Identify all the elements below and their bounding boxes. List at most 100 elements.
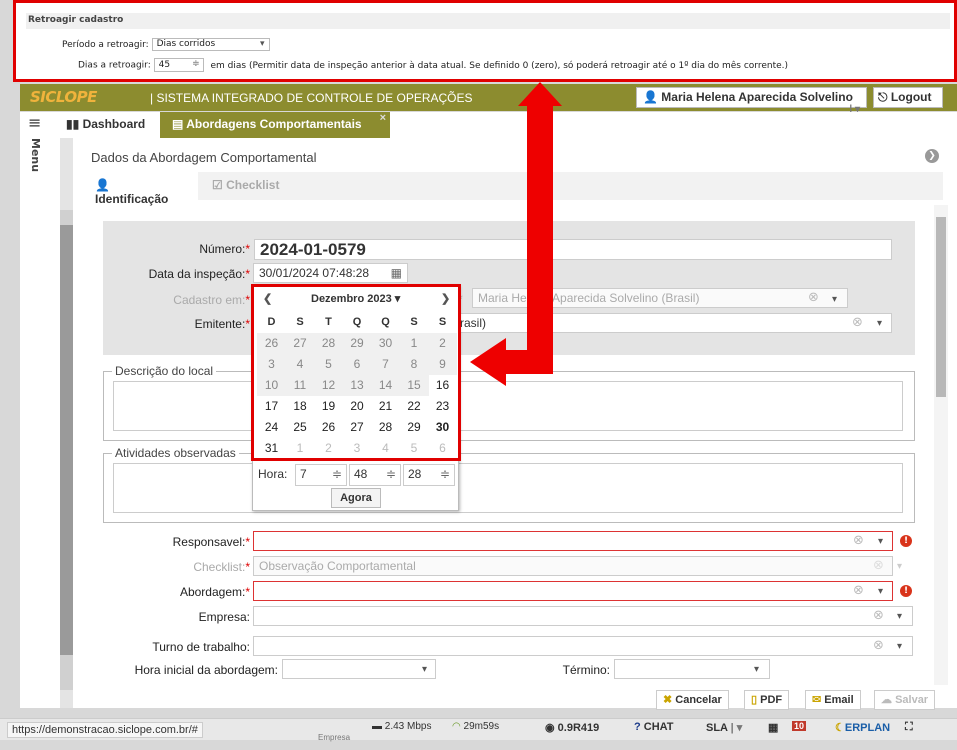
siclope-logo: SICLOPE [30, 88, 97, 106]
abordagem-label: Abordagem:* [179, 585, 250, 599]
retroagir-panel: Retroagir cadastro Período a retroagir: … [13, 0, 957, 82]
hora-label: Hora: [258, 467, 288, 481]
notification-badge[interactable]: 10 [792, 721, 807, 731]
days-row: Dias a retroagir: 45 em dias (Permitir d… [78, 58, 788, 72]
hour-spinner[interactable]: 7 ≑ [295, 464, 347, 486]
hamburger-icon[interactable]: ≡ [28, 113, 41, 132]
days-label: Dias a retroagir: [78, 60, 151, 71]
pdf-button[interactable]: ▯ PDF [744, 690, 790, 710]
checklist-icon: ☑ [212, 178, 223, 192]
eye-icon: ◉ [545, 722, 555, 734]
salvar-button[interactable]: ☁ Salvar [874, 690, 936, 710]
termino-label: Término: [562, 663, 610, 677]
descricao-legend: Descrição do local [115, 364, 214, 378]
cancelar-label: Cancelar [675, 694, 722, 706]
calendar-status-icon[interactable]: ▦ [768, 721, 778, 734]
fullscreen-icon[interactable]: ⛶ [905, 721, 913, 734]
atividades-legend: Atividades observadas [115, 446, 236, 460]
second-spinner[interactable]: 28 ≑ [403, 464, 455, 486]
retroagir-title: Retroagir cadastro [26, 13, 950, 29]
termino-select[interactable] [614, 659, 770, 679]
agora-button[interactable]: Agora [331, 488, 381, 508]
close-icon: ✖ [663, 694, 673, 706]
cloud-icon: ☁ [881, 694, 892, 706]
checklist-label: Checklist:* [193, 560, 250, 574]
user-menu-button[interactable]: 👤 Maria Helena Aparecida Solvelino | ▾ [636, 87, 867, 115]
tab-close-icon[interactable]: × [380, 112, 386, 124]
salvar-label: Salvar [895, 694, 929, 706]
next-arrow-icon[interactable]: ❯ [925, 149, 939, 163]
data-inspecao-input[interactable]: 30/01/2024 07:48:28 ▦ [253, 263, 408, 283]
clear-icon[interactable]: ⊗ [873, 608, 884, 623]
speed-icon: ▬ [372, 721, 382, 732]
subtab-checklist-label: Checklist [226, 178, 280, 192]
sidebar [20, 138, 60, 708]
sla-button[interactable]: SLA | ▾ [706, 721, 742, 734]
tab-dashboard-label: Dashboard [82, 117, 146, 131]
checklist-select: Observação Comportamental [253, 556, 893, 576]
clear-icon[interactable]: ⊗ [873, 638, 884, 653]
hora-inicial-select[interactable] [282, 659, 436, 679]
speed-indicator: ▬ 2.43 Mbps [372, 721, 432, 732]
abordagem-select[interactable] [253, 581, 893, 601]
chevron-down-icon[interactable]: ▾ [754, 664, 759, 675]
tab-abordagens-label: Abordagens Comportamentais [186, 117, 362, 131]
help-icon: ? [634, 721, 641, 733]
chat-button[interactable]: ? CHAT [634, 721, 674, 733]
subtab-checklist[interactable]: ☑ Checklist [212, 178, 279, 192]
turno-label: Turno de trabalho: [152, 640, 250, 654]
responsavel-select[interactable] [253, 531, 893, 551]
chevron-down-icon[interactable]: ▾ [897, 641, 902, 652]
panel-title: Dados da Abordagem Comportamental [91, 150, 317, 165]
clear-icon[interactable]: ⊗ [853, 533, 864, 548]
clear-icon[interactable]: ⊗ [808, 290, 819, 305]
error-icon: ! [900, 585, 912, 597]
minute-spinner[interactable]: 48 ≑ [349, 464, 401, 486]
chevron-down-icon[interactable]: ▾ [878, 586, 883, 597]
timer-indicator: ◠ 29m59s [452, 721, 500, 732]
empresa-select[interactable] [253, 606, 913, 626]
subtab-identificacao[interactable]: 👤 Identificação [83, 172, 198, 206]
error-icon: ! [900, 535, 912, 547]
annotation-arrow-icon [470, 82, 562, 386]
email-button[interactable]: ✉ Email [805, 690, 861, 710]
status-url: https://demonstracao.siclope.com.br/# [7, 722, 203, 738]
turno-select[interactable] [253, 636, 913, 656]
form-icon: ▤ [172, 117, 184, 131]
logout-button[interactable]: ⎋ Logout [873, 87, 943, 108]
numero-label: Número:* [199, 242, 250, 256]
logout-icon: ⎋ [878, 90, 888, 104]
left-scrollbar[interactable] [60, 210, 73, 690]
tab-dashboard[interactable]: ▮▮ Dashboard [60, 112, 158, 138]
email-label: Email [824, 694, 854, 706]
pdf-icon: ▯ [751, 694, 758, 706]
gauge-icon: ◠ [452, 721, 461, 732]
calendar-icon[interactable]: ▦ [391, 266, 402, 280]
calendar-highlight-box [251, 284, 461, 461]
version-indicator: ◉ 0.9R419 [545, 722, 600, 734]
empresa-ghost: Empresa [318, 733, 351, 742]
system-name: | SISTEMA INTEGRADO DE CONTROLE DE OPERA… [150, 91, 473, 105]
right-scrollbar[interactable] [934, 205, 948, 685]
tab-abordagens[interactable]: ▤ Abordagens Comportamentais × [160, 112, 390, 138]
chevron-down-icon[interactable]: ▾ [878, 536, 883, 547]
cadastro-label: Cadastro em:* [173, 293, 250, 307]
data-inspecao-value: 30/01/2024 07:48:28 [259, 266, 370, 280]
clear-icon[interactable]: ⊗ [852, 315, 863, 330]
menu-vertical-label[interactable]: Menu [29, 138, 42, 172]
chevron-down-icon[interactable]: ▾ [832, 294, 837, 305]
period-label: Período a retroagir: [62, 40, 149, 50]
clear-icon[interactable]: ⊗ [853, 583, 864, 598]
cancelar-button[interactable]: ✖ Cancelar [656, 690, 729, 710]
pdf-label: PDF [760, 694, 783, 706]
subtab-identificacao-label: Identificação [95, 192, 169, 206]
atividades-textarea[interactable] [113, 463, 903, 513]
email-icon: ✉ [812, 694, 822, 706]
days-input[interactable]: 45 [153, 58, 204, 72]
clear-icon: ⊗ [873, 558, 884, 573]
period-select[interactable]: Dias corridos [151, 38, 270, 51]
chevron-down-icon: ▾ [897, 561, 903, 572]
chevron-down-icon[interactable]: ▾ [877, 318, 882, 329]
chevron-down-icon[interactable]: ▾ [422, 664, 427, 675]
chevron-down-icon[interactable]: ▾ [897, 611, 902, 622]
